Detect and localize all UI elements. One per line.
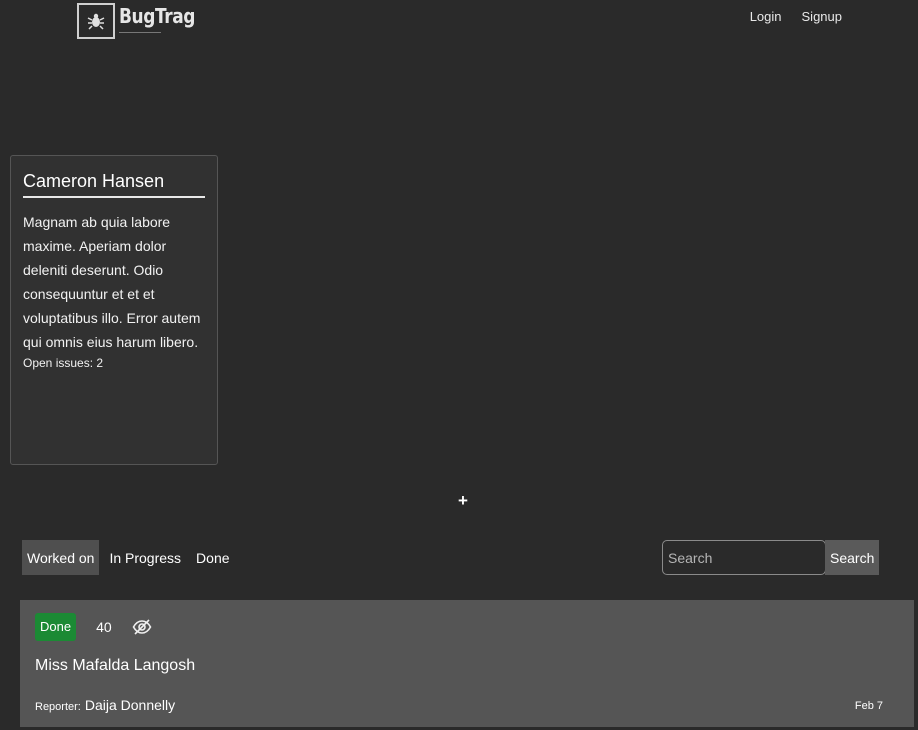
search-button[interactable]: Search [825, 540, 880, 575]
tab-in-progress[interactable]: In Progress [104, 540, 186, 575]
add-issue-button[interactable]: + [458, 491, 468, 511]
top-nav: Login Signup [750, 9, 842, 25]
issue-reporter: Reporter: Daija Donnelly [35, 697, 175, 713]
issue-tabs: Worked on In Progress Done [22, 540, 240, 575]
eye-off-icon[interactable] [132, 619, 152, 635]
issue-count: 40 [96, 619, 112, 635]
profile-name: Cameron Hansen [23, 170, 205, 198]
tab-done[interactable]: Done [191, 540, 234, 575]
profile-description: Magnam ab quia labore maxime. Aperiam do… [23, 214, 201, 350]
issue-card[interactable]: Done 40 Miss Mafalda Langosh Reporter: D… [20, 600, 914, 727]
signup-link[interactable]: Signup [802, 9, 842, 25]
login-link[interactable]: Login [750, 9, 782, 25]
issue-date: Feb 7 [854, 700, 883, 712]
search-bar: Search [662, 540, 880, 575]
brand-logo[interactable]: BugTrag [77, 3, 208, 39]
issue-title[interactable]: Miss Mafalda Langosh [35, 657, 195, 675]
bug-icon [77, 3, 115, 39]
brand-tagline [119, 32, 161, 33]
tab-worked-on[interactable]: Worked on [22, 540, 100, 575]
open-issues-count: Open issues: 2 [23, 356, 104, 370]
status-badge: Done [35, 613, 77, 641]
reporter-label: Reporter: [35, 701, 81, 713]
brand-name: BugTrag [119, 4, 196, 28]
reporter-name: Daija Donnelly [84, 697, 176, 713]
profile-card: Cameron Hansen Magnam ab quia labore max… [10, 155, 218, 465]
search-input[interactable] [662, 540, 826, 575]
